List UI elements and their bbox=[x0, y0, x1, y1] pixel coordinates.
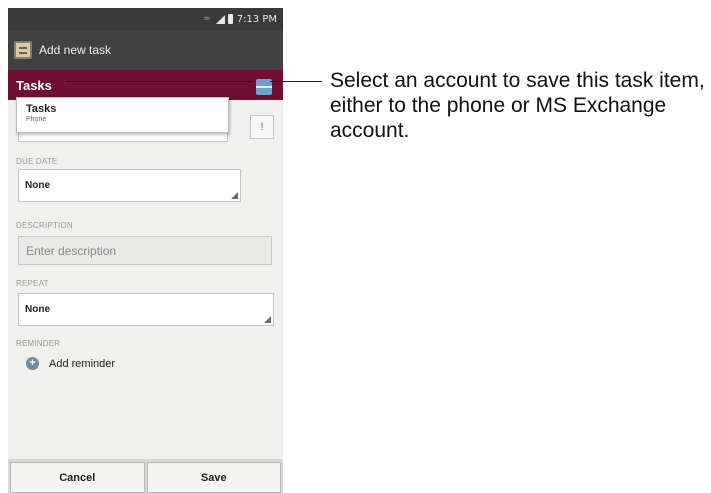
action-bar: Add new task bbox=[8, 30, 283, 70]
status-time: 7:13 PM bbox=[236, 13, 277, 25]
dropdown-item-title[interactable]: Tasks bbox=[26, 103, 228, 115]
description-input[interactable]: Enter description bbox=[18, 236, 272, 265]
dropdown-item-subtitle: Phone bbox=[26, 116, 47, 123]
callout-annotation: Select an account to save this task item… bbox=[330, 69, 705, 142]
cancel-button[interactable]: Cancel bbox=[10, 462, 145, 493]
description-placeholder: Enter description bbox=[26, 243, 117, 258]
description-label: DESCRIPTION bbox=[16, 221, 73, 230]
add-reminder-button[interactable]: + Add reminder bbox=[26, 357, 115, 370]
bottom-bar: Cancel Save bbox=[8, 459, 283, 493]
plus-icon: + bbox=[26, 357, 39, 370]
account-dropdown[interactable]: Tasks Phone bbox=[16, 97, 229, 133]
account-label: Tasks bbox=[16, 77, 52, 93]
add-reminder-label: Add reminder bbox=[49, 357, 116, 370]
due-date-value: None bbox=[25, 180, 50, 191]
reminder-label: REMINDER bbox=[16, 339, 61, 348]
repeat-value: None bbox=[25, 304, 50, 315]
priority-icon: ! bbox=[260, 121, 264, 133]
status-bar: ≈ 7:13 PM bbox=[8, 8, 283, 30]
app-icon bbox=[14, 41, 32, 59]
save-button[interactable]: Save bbox=[146, 462, 281, 493]
priority-button[interactable]: ! bbox=[250, 115, 274, 139]
account-selector[interactable]: Tasks bbox=[8, 70, 283, 100]
signal-icon bbox=[215, 14, 225, 24]
battery-icon bbox=[227, 14, 233, 24]
callout-line bbox=[270, 81, 322, 82]
due-date-select[interactable]: None bbox=[18, 169, 241, 202]
repeat-label: REPEAT bbox=[16, 279, 49, 288]
dropdown-corner-icon bbox=[231, 192, 238, 199]
page-title: Add new task bbox=[39, 43, 112, 57]
due-date-label: DUE DATE bbox=[16, 157, 58, 166]
dropdown-corner-icon bbox=[264, 316, 271, 323]
notification-icon: ≈ bbox=[203, 14, 211, 24]
repeat-select[interactable]: None bbox=[18, 293, 274, 326]
callout-line bbox=[66, 81, 252, 82]
